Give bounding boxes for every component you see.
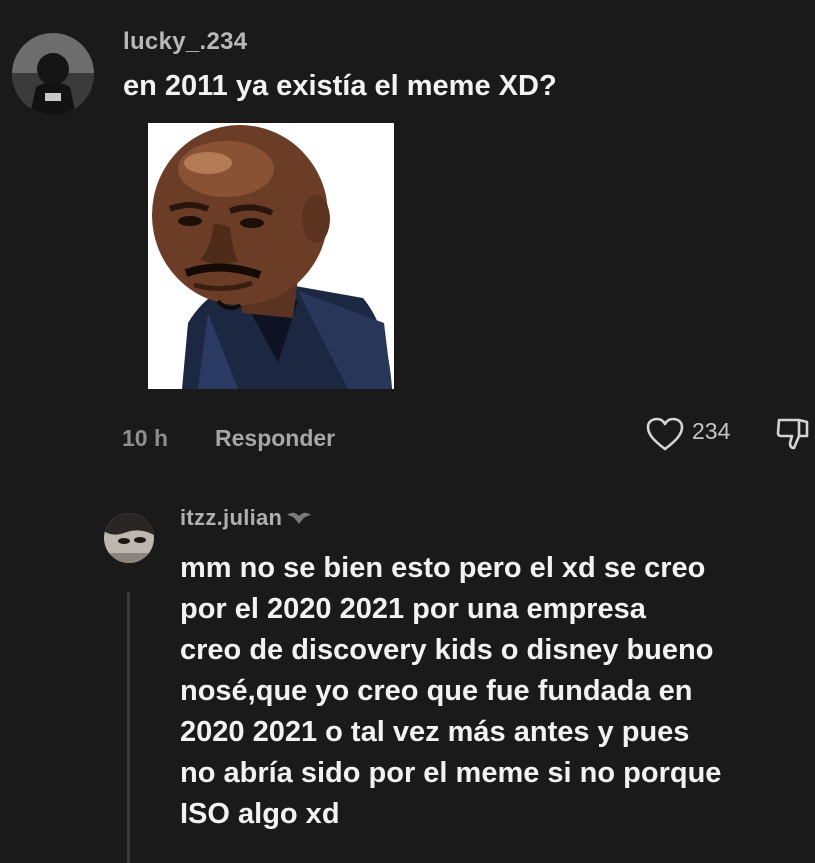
reply-line: por el 2020 2021 por una empresa [180,593,646,625]
reply-button[interactable]: Responder [215,425,335,452]
reply-line: 2020 2021 o tal vez más antes y pues [180,716,690,748]
avatar-image [12,33,94,115]
like-count: 234 [692,418,731,444]
dislike-button[interactable] [773,414,813,454]
reply-line: ISO algo xd [180,798,340,830]
thread-line [127,592,130,863]
like-button[interactable] [645,416,685,452]
comment-timestamp: 10 h [122,425,169,451]
bird-emoji-icon [287,512,312,524]
reply-avatar-image [104,513,154,563]
comment-username[interactable]: lucky_.234 [123,28,247,56]
avatar[interactable] [12,33,94,115]
meme-face-image[interactable] [148,123,394,389]
reply-line: mm no se bien esto pero el xd se creo [180,552,706,584]
reply-text: mm no se bien esto pero el xd se creo po… [180,548,721,835]
heart-icon [646,417,684,451]
reply-username[interactable]: itzz.julian [180,505,282,531]
reply-header: itzz.julian [180,505,313,531]
reply-line: nosé,que yo creo que fue fundada en [180,675,693,707]
reply-avatar[interactable] [104,513,154,563]
comment-text: en 2011 ya existía el meme XD? [123,70,557,102]
reply-line: creo de discovery kids o disney bueno [180,634,714,666]
thumbs-down-icon [776,418,809,450]
reply-line: no abría sido por el meme si no porque [180,757,722,789]
